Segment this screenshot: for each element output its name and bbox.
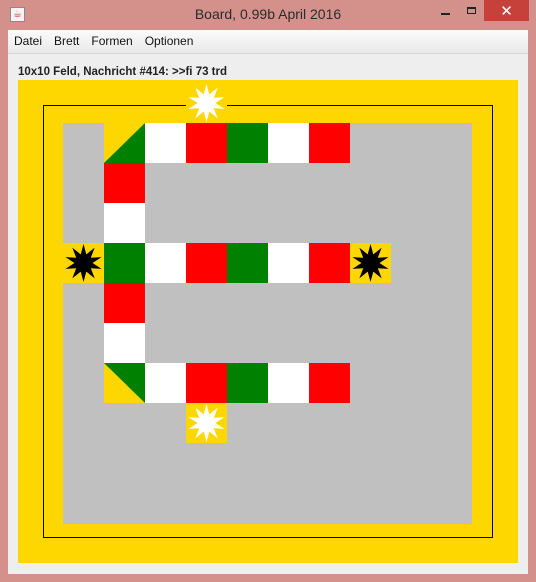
board-cell-r6-c3[interactable] <box>104 323 145 363</box>
menu-datei[interactable]: Datei <box>8 30 48 53</box>
board-cell-r1-c3[interactable] <box>104 123 145 163</box>
menu-brett[interactable]: Brett <box>48 30 85 53</box>
board-cell-r7-c8[interactable] <box>309 363 350 403</box>
board-field[interactable] <box>63 83 472 524</box>
board-cell-r4-c5[interactable] <box>186 243 227 283</box>
board-cell-r7-c3[interactable] <box>104 363 145 403</box>
maximize-icon <box>466 7 476 14</box>
board-cell-r1-c8[interactable] <box>309 123 350 163</box>
board-cell-r4-c3[interactable] <box>104 243 145 283</box>
minimize-button[interactable] <box>432 0 458 21</box>
board-cell-r4-c8[interactable] <box>309 243 350 283</box>
board-cell-r4-c7[interactable] <box>268 243 309 283</box>
board-cell-r3-c3[interactable] <box>104 203 145 243</box>
board-cell-r7-c7[interactable] <box>268 363 309 403</box>
window-client-area: Datei Brett Formen Optionen 10x10 Feld, … <box>8 30 528 574</box>
minimize-icon <box>440 12 450 15</box>
board-cell-r7-c5[interactable] <box>186 363 227 403</box>
board-cell-r1-c5[interactable] <box>186 123 227 163</box>
game-board[interactable] <box>18 80 518 563</box>
board-cell-r1-c7[interactable] <box>268 123 309 163</box>
board-cell-r0-c5[interactable] <box>186 83 227 123</box>
menu-bar: Datei Brett Formen Optionen <box>8 30 528 54</box>
menu-optionen[interactable]: Optionen <box>139 30 200 53</box>
board-cell-r4-c4[interactable] <box>145 243 186 283</box>
close-button[interactable]: ✕ <box>484 0 529 21</box>
board-cell-r5-c3[interactable] <box>104 283 145 323</box>
board-cell-r4-c2[interactable] <box>63 243 104 283</box>
status-message: 10x10 Feld, Nachricht #414: >>fi 73 trd <box>18 66 228 78</box>
board-cell-r7-c4[interactable] <box>145 363 186 403</box>
board-cell-r1-c4[interactable] <box>145 123 186 163</box>
title-bar[interactable]: ☕ Board, 0.99b April 2016 ✕ <box>0 0 536 30</box>
close-icon: ✕ <box>500 1 513 20</box>
board-cell-r8-c5[interactable] <box>186 403 227 443</box>
maximize-button[interactable] <box>458 0 484 21</box>
board-cell-r2-c3[interactable] <box>104 163 145 203</box>
board-cell-r1-c6[interactable] <box>227 123 268 163</box>
board-cell-r4-c6[interactable] <box>227 243 268 283</box>
board-cell-r4-c9[interactable] <box>350 243 391 283</box>
board-cell-r7-c6[interactable] <box>227 363 268 403</box>
menu-formen[interactable]: Formen <box>85 30 138 53</box>
